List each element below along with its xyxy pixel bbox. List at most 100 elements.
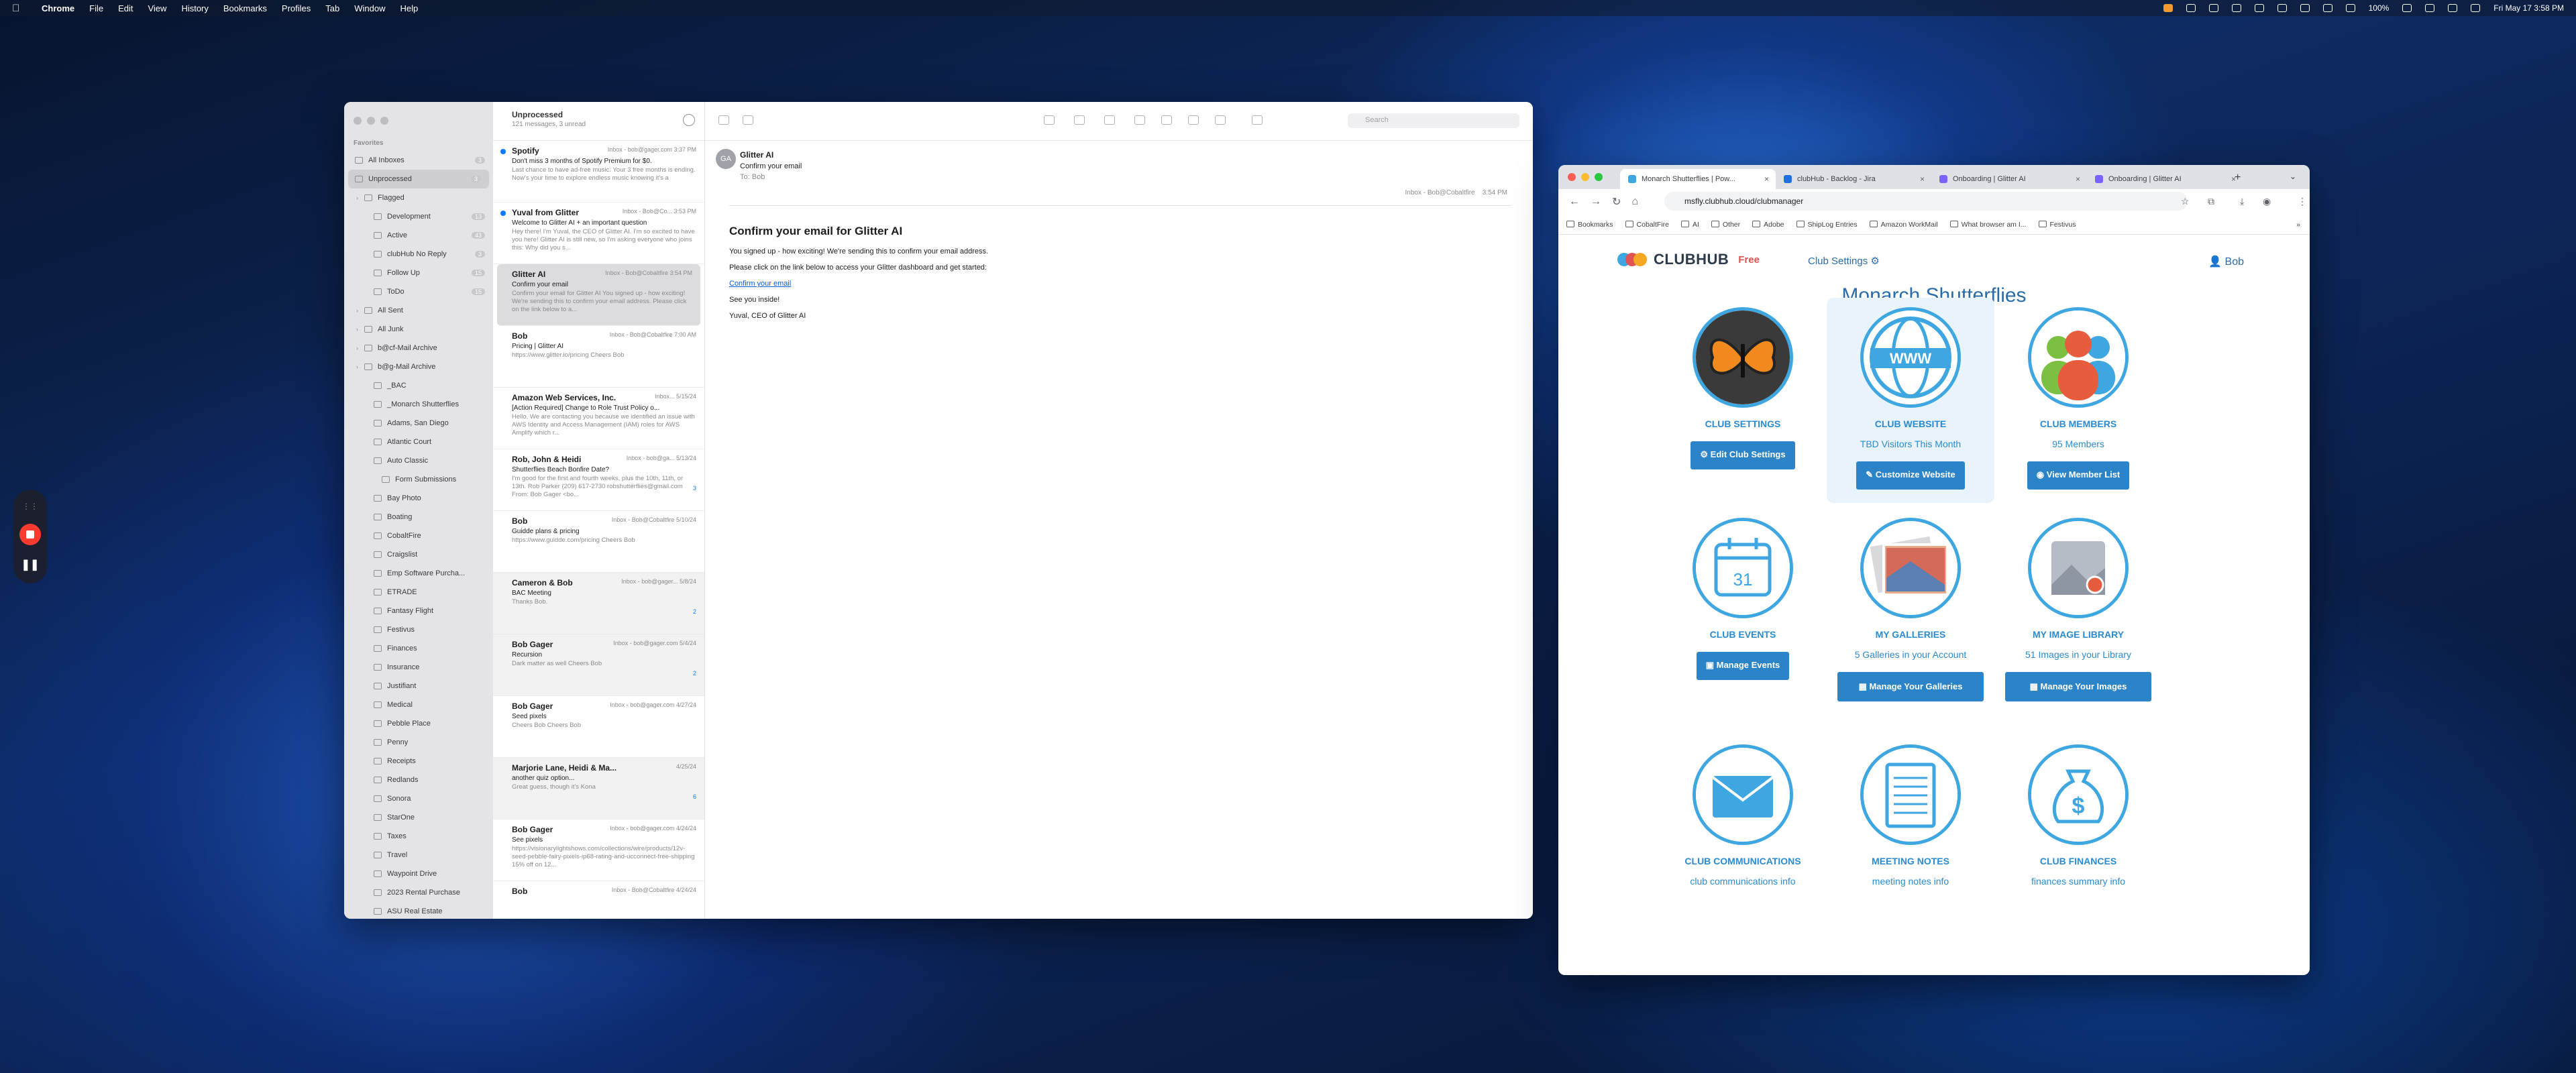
- bookmark-item[interactable]: Other: [1711, 220, 1740, 229]
- sidebar-item[interactable]: Medical: [344, 695, 493, 714]
- menu-file[interactable]: File: [89, 3, 103, 13]
- bookmark-item[interactable]: ShipLog Entries: [1796, 220, 1858, 229]
- browser-tab[interactable]: Onboarding | Glitter AI ×: [1931, 169, 2087, 189]
- tile-action-button[interactable]: ▣ Manage Events: [1696, 652, 1790, 680]
- home-icon[interactable]: ⌂: [1631, 196, 1638, 208]
- browser-tab[interactable]: Onboarding | Glitter AI ×: [2087, 169, 2243, 189]
- sidebar-item[interactable]: Boating: [344, 508, 493, 526]
- message-row[interactable]: Spotify Inbox - bob@gager.com 3:37 PM Don'…: [493, 141, 704, 203]
- status-search-icon[interactable]: [2186, 4, 2196, 12]
- bookmark-item[interactable]: What browser am I...: [1949, 220, 2027, 229]
- search-input[interactable]: Search: [1348, 113, 1519, 128]
- minimize-button[interactable]: [367, 117, 375, 125]
- sidebar-item[interactable]: ToDo 15: [344, 282, 493, 301]
- message-row[interactable]: Bob Inbox - Bob@Cobaltfire 7:00 AM Pricing…: [493, 326, 704, 388]
- mute-icon[interactable]: [1252, 115, 1263, 125]
- menu-app-name[interactable]: Chrome: [42, 3, 74, 13]
- reply-all-icon[interactable]: [1161, 115, 1172, 125]
- status-record-icon[interactable]: [2277, 4, 2287, 12]
- menu-tab[interactable]: Tab: [325, 3, 339, 13]
- message-row[interactable]: Glitter AI Inbox - Bob@Cobaltfire 3:54 PM…: [497, 264, 700, 326]
- new-tab-button[interactable]: +: [2235, 172, 2241, 184]
- tile-action-button[interactable]: ⚙ Edit Club Settings: [1690, 441, 1795, 469]
- sidebar-item[interactable]: › b@cf-Mail Archive: [344, 339, 493, 357]
- sidebar-item[interactable]: Form Submissions: [344, 470, 493, 489]
- message-row[interactable]: Bob Inbox - Bob@Cobaltfire 5/10/24 Guidde …: [493, 511, 704, 573]
- sidebar-item[interactable]: clubHub No Reply 3: [344, 245, 493, 264]
- zoom-button[interactable]: [380, 117, 388, 125]
- bookmark-item[interactable]: AI: [1680, 220, 1699, 229]
- status-app-icon[interactable]: [2163, 4, 2173, 12]
- message-row[interactable]: Bob Gager Inbox - bob@gager.com 5/4/24 Rec…: [493, 634, 704, 696]
- stop-recording-button[interactable]: [19, 523, 41, 545]
- message-row[interactable]: Bob Gager Inbox - bob@gager.com 4/24/24 Se…: [493, 820, 704, 881]
- sidebar-item[interactable]: Sonora: [344, 789, 493, 808]
- sidebar-item[interactable]: Adams, San Diego: [344, 414, 493, 433]
- tile-action-button[interactable]: ▦ Manage Your Images: [2005, 672, 2151, 701]
- sidebar-item[interactable]: 2023 Rental Purchase: [344, 883, 493, 902]
- bookmark-item[interactable]: CobaltFire: [1625, 220, 1669, 229]
- confirm-email-link[interactable]: Confirm your email: [729, 280, 791, 288]
- sidebar-item[interactable]: _Monarch Shutterflies: [344, 395, 493, 414]
- money-bag-icon[interactable]: $: [2028, 744, 2129, 845]
- gallery-icon[interactable]: [1860, 518, 1961, 618]
- forward-icon[interactable]: →: [1591, 196, 1601, 208]
- menu-history[interactable]: History: [181, 3, 208, 13]
- menu-clock[interactable]: Fri May 17 3:58 PM: [2493, 3, 2564, 13]
- bookmark-item[interactable]: Amazon WorkMail: [1869, 220, 1938, 229]
- message-row[interactable]: Rob, John & Heidi Inbox - bob@ga... 5/13/…: [493, 449, 704, 511]
- profile-avatar-icon[interactable]: ◉: [2263, 196, 2271, 207]
- battery-icon[interactable]: [2402, 4, 2412, 12]
- calendar-icon[interactable]: 31: [1693, 518, 1793, 618]
- disclosure-chevron-icon[interactable]: ›: [356, 194, 358, 201]
- sidebar-item[interactable]: Pebble Place: [344, 714, 493, 733]
- www-globe-icon[interactable]: WWW: [1860, 307, 1961, 408]
- sidebar-item[interactable]: Festivus: [344, 620, 493, 639]
- bluetooth-icon[interactable]: [2345, 4, 2355, 12]
- sidebar-item[interactable]: Travel: [344, 846, 493, 864]
- control-center-icon[interactable]: [2471, 4, 2481, 12]
- tile-label[interactable]: MY IMAGE LIBRARY: [1994, 629, 2162, 640]
- message-row[interactable]: Amazon Web Services, Inc. Inbox... 5/15/2…: [493, 388, 704, 449]
- sidebar-item[interactable]: › Flagged: [344, 188, 493, 207]
- sidebar-item[interactable]: Waypoint Drive: [344, 864, 493, 883]
- message-row[interactable]: Cameron & Bob Inbox - bob@gager... 5/8/24…: [493, 573, 704, 634]
- back-icon[interactable]: ←: [1569, 196, 1580, 208]
- disclosure-chevron-icon[interactable]: ›: [356, 363, 358, 370]
- bookmark-item[interactable]: Adobe: [1752, 220, 1784, 229]
- clubhub-logo[interactable]: CLUBHUB Free: [1617, 251, 1760, 268]
- new-message-icon[interactable]: [743, 115, 753, 125]
- sidebar-item[interactable]: StarOne: [344, 808, 493, 827]
- junk-icon[interactable]: [1104, 115, 1115, 125]
- sidebar-item[interactable]: Receipts: [344, 752, 493, 771]
- disclosure-chevron-icon[interactable]: ›: [356, 326, 358, 333]
- tile-action-button[interactable]: ▦ Manage Your Galleries: [1837, 672, 1984, 701]
- tile-label[interactable]: CLUB WEBSITE: [1827, 418, 1994, 429]
- close-button[interactable]: [354, 117, 362, 125]
- browser-tab[interactable]: Monarch Shutterflies | Pow... ×: [1620, 169, 1776, 189]
- minimize-button[interactable]: [1581, 173, 1589, 181]
- sidebar-item[interactable]: Unprocessed 3: [348, 170, 489, 188]
- status-display-icon[interactable]: [2300, 4, 2310, 12]
- archive-icon[interactable]: [1044, 115, 1055, 125]
- url-input[interactable]: msfly.clubhub.cloud/clubmanager: [1664, 192, 2188, 211]
- message-row[interactable]: Marjorie Lane, Heidi & Ma... 4/25/24 anoth…: [493, 758, 704, 820]
- tile-label[interactable]: CLUB FINANCES: [1994, 856, 2162, 866]
- sidebar-item[interactable]: Active 43: [344, 226, 493, 245]
- sidebar-item[interactable]: Redlands: [344, 771, 493, 789]
- reply-icon[interactable]: [1134, 115, 1145, 125]
- sidebar-item[interactable]: Penny: [344, 733, 493, 752]
- filter-icon[interactable]: [683, 114, 695, 126]
- sidebar-item[interactable]: › b@g-Mail Archive: [344, 357, 493, 376]
- tile-action-button[interactable]: ✎ Customize Website: [1856, 461, 1965, 490]
- close-button[interactable]: [1568, 173, 1576, 181]
- sidebar-item[interactable]: Insurance: [344, 658, 493, 677]
- notepad-icon[interactable]: [1860, 744, 1961, 845]
- forward-icon[interactable]: [1188, 115, 1199, 125]
- sidebar-item[interactable]: Development 13: [344, 207, 493, 226]
- tile-label[interactable]: CLUB EVENTS: [1659, 629, 1827, 640]
- tile-label[interactable]: CLUB MEMBERS: [1994, 418, 2162, 429]
- close-tab-icon[interactable]: ×: [1920, 174, 1925, 184]
- tile-label[interactable]: CLUB SETTINGS: [1659, 418, 1827, 429]
- sidebar-item[interactable]: ASU Real Estate: [344, 902, 493, 919]
